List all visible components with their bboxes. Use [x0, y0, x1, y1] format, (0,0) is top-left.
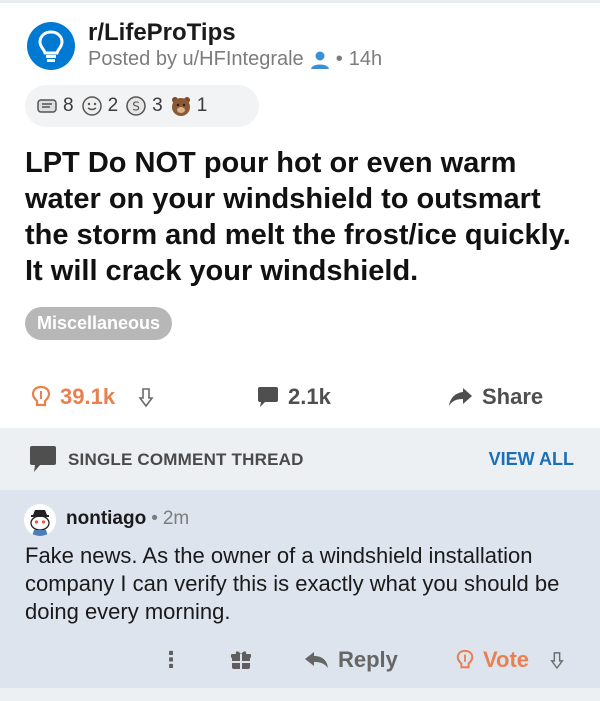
comment-icon: [258, 387, 278, 407]
subreddit-name[interactable]: r/LifeProTips: [88, 19, 236, 47]
upvote-icon: [31, 385, 51, 407]
view-all-link[interactable]: VIEW ALL: [489, 449, 574, 470]
downvote-icon[interactable]: [137, 386, 155, 408]
subreddit-avatar[interactable]: [27, 22, 75, 70]
post-card: r/LifeProTips Posted by u/HFIntegrale • …: [0, 0, 600, 428]
reply-button[interactable]: Reply: [304, 640, 398, 680]
comment-body: Fake news. As the owner of a windshield …: [25, 543, 560, 624]
comment-separator: •: [151, 508, 158, 529]
comment-header: nontiago • 2m: [66, 508, 189, 530]
svg-text:S: S: [132, 100, 140, 114]
upvote-icon: [456, 649, 474, 669]
comments-button[interactable]: 2.1k: [256, 375, 331, 419]
post-score: 39.1k: [60, 384, 116, 409]
award-bear: 1: [169, 94, 208, 118]
more-options-icon: ⋮: [160, 647, 182, 672]
share-icon: [449, 388, 472, 406]
gift-icon: [231, 651, 251, 669]
awards-bar[interactable]: 8 2 S 3 1: [25, 85, 259, 127]
vote-label: Vote: [483, 647, 530, 672]
comment-vote-button[interactable]: Vote: [455, 640, 565, 680]
post-meta: Posted by u/HFIntegrale • 14h: [88, 48, 382, 71]
downvote-icon[interactable]: [549, 650, 565, 670]
award-wholesome: 2: [80, 94, 119, 118]
award-count: 3: [152, 95, 163, 116]
give-award-button[interactable]: [230, 640, 252, 680]
share-button[interactable]: Share: [448, 375, 543, 419]
snoo-avatar-icon: [24, 504, 56, 536]
commenter-avatar[interactable]: [24, 504, 56, 536]
share-label: Share: [482, 384, 544, 409]
lightbulb-icon: [38, 30, 64, 62]
comment-username[interactable]: nontiago: [66, 508, 146, 530]
comment-count: 2.1k: [288, 384, 331, 409]
comment: nontiago • 2m Fake news. As the owner of…: [0, 490, 600, 688]
bottom-divider: [0, 688, 600, 701]
upvote-button[interactable]: 39.1k: [30, 375, 155, 419]
award-count: 2: [107, 95, 119, 116]
comment-actions: ⋮ Reply Vote: [0, 640, 600, 680]
reply-label: Reply: [338, 647, 398, 672]
single-comment-thread-bar: SINGLE COMMENT THREAD VIEW ALL: [0, 428, 600, 490]
award-silver: S 3: [124, 94, 163, 118]
more-options-button[interactable]: ⋮: [160, 640, 182, 680]
wholesome-award-icon: [81, 96, 102, 116]
award-scroll: 8: [35, 94, 74, 118]
post-flair[interactable]: Miscellaneous: [25, 307, 173, 340]
thread-label: SINGLE COMMENT THREAD: [68, 450, 304, 469]
reply-icon: [305, 652, 328, 668]
award-count: 1: [196, 95, 208, 116]
post-actions: 39.1k 2.1k Share: [0, 375, 600, 419]
top-divider: [0, 0, 600, 3]
comment-time: 2m: [162, 508, 190, 529]
post-time: 14h: [348, 48, 383, 70]
award-count: 8: [63, 95, 74, 116]
posted-by-text[interactable]: Posted by u/HFIntegrale: [88, 48, 304, 71]
user-icon: [310, 51, 329, 69]
post-title[interactable]: LPT Do NOT pour hot or even warm water o…: [25, 145, 585, 289]
scroll-award-icon: [37, 99, 57, 113]
silver-award-icon: S: [126, 96, 146, 116]
comment-thread-icon: [30, 446, 56, 472]
bear-award-icon: [171, 97, 190, 116]
time-separator: •: [335, 48, 343, 70]
